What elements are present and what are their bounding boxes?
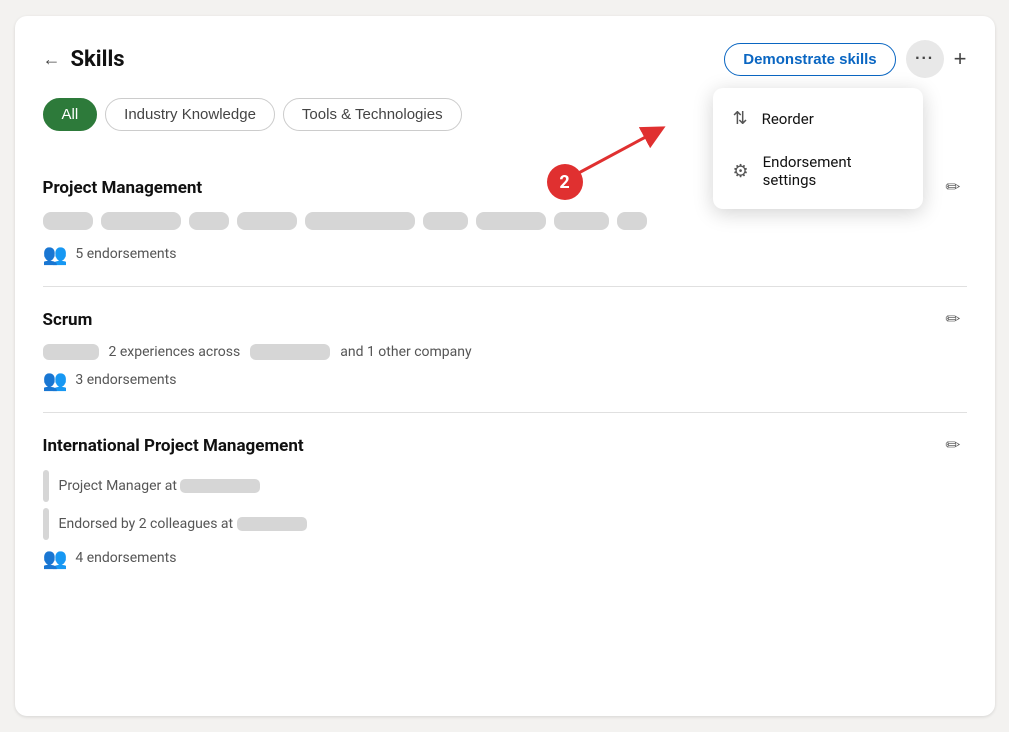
endorsement-count: 5 endorsements bbox=[75, 246, 176, 262]
header-right: Demonstrate skills ··· + ⇅ Reorder ⚙ End… bbox=[724, 40, 966, 78]
endorsement-icon: 👥 bbox=[43, 368, 68, 392]
dropdown-menu: ⇅ Reorder ⚙ Endorsement settings bbox=[713, 88, 923, 209]
skill-name: Scrum bbox=[43, 310, 93, 330]
more-options-button[interactable]: ··· bbox=[906, 40, 944, 78]
reorder-label: Reorder bbox=[762, 110, 814, 128]
endorsement-count: 4 endorsements bbox=[75, 550, 176, 566]
endorsement-row: 👥 3 endorsements bbox=[43, 368, 967, 392]
endorsement-settings-label: Endorsement settings bbox=[763, 153, 903, 189]
detail-bar bbox=[43, 470, 49, 502]
reorder-icon: ⇅ bbox=[733, 108, 748, 129]
blurred-tag bbox=[554, 212, 609, 230]
edit-international-pm-button[interactable]: ✏ bbox=[939, 433, 966, 458]
blurred-tag bbox=[305, 212, 415, 230]
skill-header: Scrum ✏ bbox=[43, 307, 967, 332]
endorsement-settings-menu-item[interactable]: ⚙ Endorsement settings bbox=[713, 141, 923, 201]
pencil-icon: ✏ bbox=[945, 309, 960, 329]
endorsement-icon: 👥 bbox=[43, 242, 68, 266]
skill-header: International Project Management ✏ bbox=[43, 433, 967, 458]
exp-text-before: 2 experiences across bbox=[109, 344, 241, 360]
skill-name: Project Management bbox=[43, 178, 203, 198]
skill-name: International Project Management bbox=[43, 436, 304, 456]
pencil-icon: ✏ bbox=[945, 435, 960, 455]
pencil-icon: ✏ bbox=[945, 177, 960, 197]
blurred-tag bbox=[617, 212, 647, 230]
endorsement-row: 👥 5 endorsements bbox=[43, 242, 967, 266]
blurred-tag bbox=[189, 212, 229, 230]
skills-card: ← Skills Demonstrate skills ··· + ⇅ Reor… bbox=[15, 16, 995, 716]
endorsement-count: 3 endorsements bbox=[75, 372, 176, 388]
demonstrate-skills-button[interactable]: Demonstrate skills bbox=[724, 43, 895, 76]
endorsement-row: 👥 4 endorsements bbox=[43, 546, 967, 570]
project-manager-text: Project Manager at bbox=[59, 478, 261, 494]
edit-scrum-button[interactable]: ✏ bbox=[939, 307, 966, 332]
exp-text-after: and 1 other company bbox=[340, 344, 471, 360]
project-manager-detail: Project Manager at bbox=[43, 470, 967, 502]
blurred-tags-project-management bbox=[43, 212, 967, 230]
add-skill-button[interactable]: + bbox=[954, 46, 967, 72]
endorsed-detail: Endorsed by 2 colleagues at bbox=[43, 508, 967, 540]
more-icon: ··· bbox=[915, 50, 934, 68]
header-left: ← Skills bbox=[43, 47, 125, 72]
endorsed-text: Endorsed by 2 colleagues at bbox=[59, 516, 307, 532]
blurred-tag bbox=[476, 212, 546, 230]
blurred-tag bbox=[43, 212, 93, 230]
endorsement-icon: 👥 bbox=[43, 546, 68, 570]
tab-all[interactable]: All bbox=[43, 98, 98, 131]
blurred-tag bbox=[101, 212, 181, 230]
back-button[interactable]: ← bbox=[43, 49, 61, 70]
edit-project-management-button[interactable]: ✏ bbox=[939, 175, 966, 200]
blurred-company-name bbox=[250, 344, 330, 360]
blurred-company-bar bbox=[43, 344, 99, 360]
skill-block-scrum: Scrum ✏ 2 experiences across and 1 other… bbox=[43, 287, 967, 413]
scrum-experience-row: 2 experiences across and 1 other company bbox=[43, 344, 967, 360]
page-header: ← Skills Demonstrate skills ··· + ⇅ Reor… bbox=[43, 40, 967, 78]
tab-industry-knowledge[interactable]: Industry Knowledge bbox=[105, 98, 275, 131]
blurred-tag bbox=[423, 212, 468, 230]
detail-bar bbox=[43, 508, 49, 540]
skill-block-international-pm: International Project Management ✏ Proje… bbox=[43, 413, 967, 590]
reorder-menu-item[interactable]: ⇅ Reorder bbox=[713, 96, 923, 141]
tab-tools-technologies[interactable]: Tools & Technologies bbox=[283, 98, 462, 131]
page-title: Skills bbox=[71, 47, 125, 72]
blurred-company2 bbox=[237, 517, 307, 531]
blurred-company bbox=[180, 479, 260, 493]
blurred-tag bbox=[237, 212, 297, 230]
gear-icon: ⚙ bbox=[733, 161, 749, 182]
